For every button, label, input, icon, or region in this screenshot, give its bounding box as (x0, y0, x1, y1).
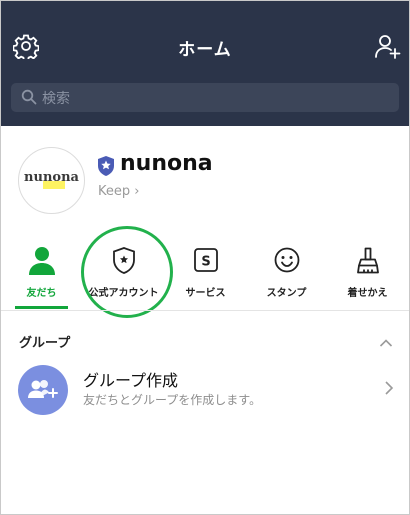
brush-icon (353, 245, 383, 275)
create-group-subtitle: 友だちとグループを作成します。 (83, 393, 262, 407)
highlight-ring (81, 226, 173, 318)
profile-avatar[interactable]: nunona (18, 147, 85, 214)
active-tab-indicator (15, 306, 68, 309)
add-friend-icon[interactable] (373, 32, 401, 60)
header-bar: ホーム 検索 (1, 1, 409, 126)
category-tabs: 友だち 公式アカウント S サービス スタンプ 着せかえ (1, 233, 409, 309)
s-box-icon: S (191, 245, 221, 275)
svg-text:S: S (201, 255, 210, 270)
profile-name[interactable]: nunona (120, 151, 213, 176)
tab-label: 友だち (26, 288, 57, 299)
search-input[interactable]: 検索 (11, 83, 399, 112)
tab-stickers[interactable]: スタンプ (246, 233, 327, 309)
keep-link[interactable]: Keep › (98, 184, 139, 199)
tab-label: サービス (185, 288, 226, 299)
section-divider (1, 310, 409, 311)
chevron-up-icon[interactable] (379, 333, 393, 347)
tab-label: 着せかえ (347, 288, 388, 299)
group-avatar (18, 365, 68, 415)
tab-themes[interactable]: 着せかえ (327, 233, 408, 309)
group-section-heading: グループ (19, 336, 71, 351)
tab-services[interactable]: S サービス (165, 233, 246, 309)
search-placeholder: 検索 (42, 91, 70, 107)
chevron-right-icon (384, 380, 394, 396)
home-screen: ホーム 検索 nunona nunona Keep › 友だち 公式アカウント … (0, 0, 410, 515)
avatar-logo-text: nunona (24, 170, 79, 185)
group-add-icon (28, 380, 58, 398)
smiley-icon (272, 245, 302, 275)
tab-label: スタンプ (266, 288, 307, 299)
create-group-title: グループ作成 (83, 371, 179, 390)
official-badge-icon (96, 155, 116, 177)
page-title: ホーム (178, 40, 232, 60)
create-group-row[interactable]: グループ作成 友だちとグループを作成します。 (1, 361, 409, 417)
search-icon (21, 89, 37, 105)
person-icon (27, 245, 57, 275)
tab-friends[interactable]: 友だち (1, 233, 82, 309)
